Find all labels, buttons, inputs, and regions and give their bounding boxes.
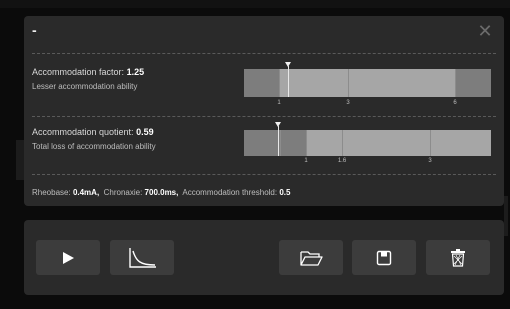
play-button[interactable] xyxy=(36,240,100,275)
curve-chart-button[interactable] xyxy=(110,240,174,275)
curve-chart-icon xyxy=(129,247,156,268)
scale-divider xyxy=(455,69,456,97)
factor-description: Lesser accommodation ability xyxy=(32,82,138,91)
play-icon xyxy=(63,251,74,264)
scale-divider xyxy=(279,69,280,97)
close-icon[interactable]: ✕ xyxy=(474,20,496,42)
scale-segment xyxy=(244,69,279,97)
scale-segment xyxy=(455,69,491,97)
threshold-value: 0.5 xyxy=(279,188,291,197)
factor-tick: 3 xyxy=(346,100,350,106)
chronaxie-value: 700.0ms, xyxy=(144,188,179,197)
rheobase-value: 0.4mA, xyxy=(72,188,100,197)
quotient-tick: 3 xyxy=(428,158,432,164)
quotient-marker-line xyxy=(278,126,279,156)
quotient-marker-triangle xyxy=(275,122,281,127)
factor-scale xyxy=(244,69,491,97)
factor-marker-line xyxy=(288,66,289,97)
delete-button[interactable] xyxy=(426,240,490,275)
rheobase-label: Rheobase: xyxy=(32,188,71,197)
summary-line: Rheobase: 0.4mA, Chronaxie: 700.0ms, Acc… xyxy=(32,188,290,197)
quotient-label: Accommodation quotient: xyxy=(32,127,134,137)
scale-divider xyxy=(430,130,431,156)
scale-divider xyxy=(306,130,307,156)
folder-open-icon xyxy=(300,250,323,266)
divider xyxy=(32,53,496,54)
save-button[interactable] xyxy=(352,240,416,275)
factor-value: 1.25 xyxy=(126,67,145,77)
background-right-edge xyxy=(504,196,508,236)
factor-tick: 1 xyxy=(277,100,281,106)
scale-divider xyxy=(280,130,281,156)
dialog-title: - xyxy=(32,22,37,38)
quotient-description: Total loss of accommodation ability xyxy=(32,142,156,151)
divider xyxy=(32,174,496,175)
quotient-tick: 1 xyxy=(304,158,308,164)
factor-label: Accommodation factor: xyxy=(32,67,125,77)
scale-segment xyxy=(279,69,455,97)
trash-icon xyxy=(451,248,465,267)
save-icon xyxy=(376,250,392,265)
factor-tick: 6 xyxy=(453,100,457,106)
accommodation-dialog: - ✕ Accommodation factor: 1.25 Lesser ac… xyxy=(24,16,504,206)
toolbar-panel xyxy=(24,220,504,295)
quotient-tick: 1.6 xyxy=(337,158,347,164)
scale-divider xyxy=(348,69,349,97)
divider xyxy=(32,116,496,117)
threshold-label: Accommodation threshold: xyxy=(182,188,278,197)
quotient-label-row: Accommodation quotient: 0.59 xyxy=(32,127,154,137)
open-file-button[interactable] xyxy=(279,240,343,275)
quotient-scale xyxy=(244,130,491,156)
background-left-edge xyxy=(16,140,24,180)
quotient-value: 0.59 xyxy=(136,127,154,137)
factor-label-row: Accommodation factor: 1.25 xyxy=(32,67,144,77)
scale-segment xyxy=(244,130,306,156)
factor-marker-triangle xyxy=(285,62,291,67)
scale-divider xyxy=(342,130,343,156)
scale-segment xyxy=(306,130,491,156)
background-shade xyxy=(0,0,510,8)
chronaxie-label: Chronaxie: xyxy=(103,188,143,197)
